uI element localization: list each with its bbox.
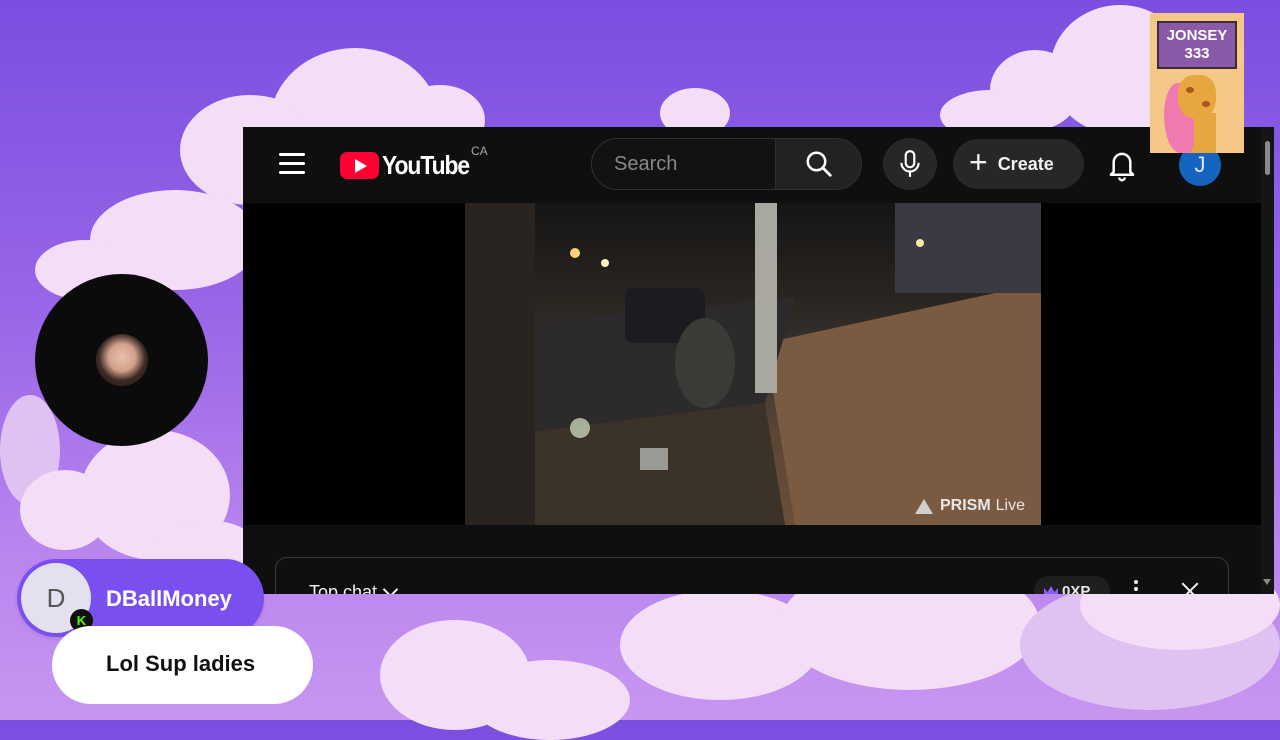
- video-frame[interactable]: PRISM Live: [465, 203, 1041, 525]
- live-chat-header: Top chat 0XP: [275, 557, 1229, 594]
- microphone-icon: [900, 150, 920, 177]
- search-button[interactable]: [775, 138, 862, 190]
- top-chat-dropdown[interactable]: Top chat: [309, 581, 399, 594]
- giraffe-spot: [1202, 101, 1210, 107]
- xp-badge[interactable]: 0XP: [1034, 576, 1110, 594]
- youtube-header: YouTube CA Search + Create J: [243, 127, 1261, 203]
- top-chat-label: Top chat: [309, 582, 378, 594]
- create-button[interactable]: + Create: [953, 139, 1084, 189]
- notifications-button[interactable]: [1105, 147, 1139, 183]
- prism-live-label: Live: [995, 497, 1025, 514]
- webcam-overlay: [35, 274, 208, 446]
- chevron-down-icon: [382, 581, 399, 594]
- prism-brand: PRISM: [939, 497, 991, 514]
- giraffe-spot: [1186, 87, 1194, 93]
- giraffe-head: [1178, 75, 1216, 119]
- chat-message-bubble: Lol Sup ladies: [52, 626, 313, 704]
- scroll-down-arrow[interactable]: [1263, 579, 1271, 585]
- plus-icon: +: [969, 144, 988, 180]
- youtube-logo[interactable]: YouTube: [340, 149, 481, 180]
- street-scene: [465, 203, 1041, 525]
- search-icon: [806, 151, 832, 177]
- page-scrollbar[interactable]: [1261, 127, 1274, 594]
- scrollbar-thumb[interactable]: [1265, 141, 1270, 175]
- voice-search-button[interactable]: [883, 138, 937, 190]
- country-code: CA: [471, 144, 488, 158]
- create-label: Create: [997, 153, 1054, 174]
- sticker-sign: JONSEY 333: [1157, 21, 1237, 69]
- video-player[interactable]: PRISM Live: [243, 203, 1261, 525]
- sticker-line-1: JONSEY: [1166, 27, 1228, 44]
- prism-live-watermark: PRISM Live: [914, 497, 1025, 515]
- menu-button[interactable]: [279, 153, 305, 175]
- youtube-window: YouTube CA Search + Create J PRISM Live …: [243, 127, 1274, 594]
- jonsey-sticker: JONSEY 333: [1150, 13, 1244, 153]
- bell-icon: [1109, 152, 1135, 182]
- youtube-play-icon: [340, 151, 379, 179]
- xp-label: 0XP: [1062, 582, 1091, 595]
- crown-icon: [1044, 586, 1058, 594]
- prism-logo-icon: [914, 498, 933, 514]
- logo-text: YouTube: [382, 149, 470, 180]
- close-chat-button[interactable]: [1179, 580, 1201, 594]
- chat-username: DBallMoney: [106, 586, 232, 611]
- chat-message-text: Lol Sup ladies: [106, 651, 256, 676]
- more-options-button[interactable]: [1134, 580, 1138, 594]
- search-input[interactable]: Search: [591, 138, 775, 190]
- streamer-face: [96, 334, 148, 386]
- sticker-line-2: 333: [1184, 45, 1210, 62]
